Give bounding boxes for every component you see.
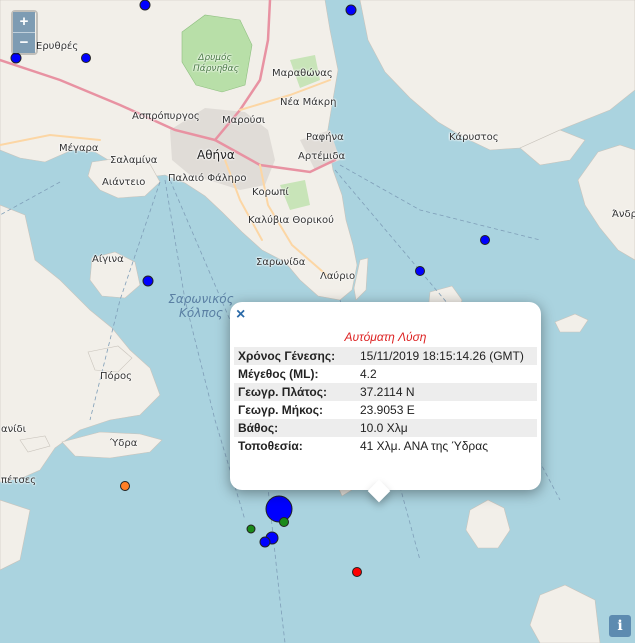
row-value: 15/11/2019 18:15:14.26 (GMT) bbox=[356, 347, 537, 365]
place-label-athina: Αθήνα bbox=[197, 148, 235, 162]
place-label-aianteio: Αιάντειο bbox=[102, 177, 146, 188]
row-key: Γεωγρ. Μήκος: bbox=[238, 403, 323, 417]
table-row: Χρόνος Γένεσης: 15/11/2019 18:15:14.26 (… bbox=[234, 347, 537, 365]
park-label-parnitha: Δρυμός Πάρνηθας bbox=[193, 53, 239, 74]
sea-label-saronikos: Σαρωνικός Κόλπος bbox=[168, 292, 234, 320]
earthquake-popup: × Αυτόματη Λύση Χρόνος Γένεσης: 15/11/20… bbox=[230, 302, 541, 503]
place-label-anidi: ανίδι bbox=[1, 424, 27, 435]
table-row: Τοποθεσία: 41 Χλμ. ΑΝΑ της Ύδρας bbox=[234, 437, 537, 455]
row-key: Μέγεθος (ML): bbox=[238, 367, 319, 381]
zoom-control: + − bbox=[11, 10, 38, 55]
place-label-saronida: Σαρωνίδα bbox=[256, 257, 306, 268]
row-value: 4.2 bbox=[360, 367, 377, 381]
row-key: Γεωγρ. Πλάτος: bbox=[234, 383, 356, 401]
map-view[interactable]: Ερυθρές Δρυμός Πάρνηθας Μαραθώνας Ασπρόπ… bbox=[0, 0, 635, 643]
row-key: Τοποθεσία: bbox=[238, 439, 303, 453]
popup-details-table: Χρόνος Γένεσης: 15/11/2019 18:15:14.26 (… bbox=[234, 347, 537, 455]
place-label-aigina: Αίγινα bbox=[92, 254, 124, 265]
place-label-lavrio: Λαύριο bbox=[320, 271, 356, 282]
close-icon[interactable]: × bbox=[236, 307, 245, 323]
place-label-marathonas: Μαραθώνας bbox=[272, 68, 333, 79]
place-label-koropi: Κορωπί bbox=[252, 187, 289, 198]
info-button[interactable]: i bbox=[609, 615, 631, 637]
row-value: 41 Χλμ. ΑΝΑ της Ύδρας bbox=[360, 439, 488, 453]
place-label-karystos: Κάρυστος bbox=[449, 132, 499, 143]
table-row: Μέγεθος (ML): 4.2 bbox=[234, 365, 537, 383]
row-value: 37.2114 N bbox=[356, 383, 537, 401]
place-label-erythres: Ερυθρές bbox=[36, 41, 79, 52]
popup-title: Αυτόματη Λύση bbox=[344, 330, 427, 344]
place-label-artemida: Αρτέμιδα bbox=[298, 151, 346, 162]
row-value: 10.0 Χλμ bbox=[356, 419, 537, 437]
place-label-salamina: Σαλαμίνα bbox=[110, 155, 158, 166]
place-label-megara: Μέγαρα bbox=[59, 143, 99, 154]
table-row: Βάθος: 10.0 Χλμ bbox=[234, 419, 537, 437]
place-label-nea-makri: Νέα Μάκρη bbox=[280, 97, 337, 108]
place-label-aspropyrgos: Ασπρόπυργος bbox=[132, 111, 200, 122]
zoom-in-button[interactable]: + bbox=[13, 12, 35, 32]
place-label-marousi: Μαρούσι bbox=[222, 115, 266, 126]
zoom-out-button[interactable]: − bbox=[13, 32, 35, 53]
place-label-ydra: Ύδρα bbox=[110, 438, 138, 449]
place-label-spetses: πέτσες bbox=[1, 475, 37, 486]
row-value: 23.9053 E bbox=[360, 403, 415, 417]
place-label-poros: Πόρος bbox=[100, 371, 132, 382]
place-label-palaio-faliro: Παλαιό Φάληρο bbox=[168, 173, 247, 184]
row-key: Χρόνος Γένεσης: bbox=[234, 347, 356, 365]
place-label-kalyvia: Καλύβια Θορικού bbox=[248, 215, 334, 226]
row-key: Βάθος: bbox=[234, 419, 356, 437]
place-label-andros: Άνδρ bbox=[612, 209, 635, 220]
table-row: Γεωγρ. Μήκος: 23.9053 E bbox=[234, 401, 537, 419]
table-row: Γεωγρ. Πλάτος: 37.2114 N bbox=[234, 383, 537, 401]
place-label-rafina: Ραφήνα bbox=[306, 132, 344, 143]
